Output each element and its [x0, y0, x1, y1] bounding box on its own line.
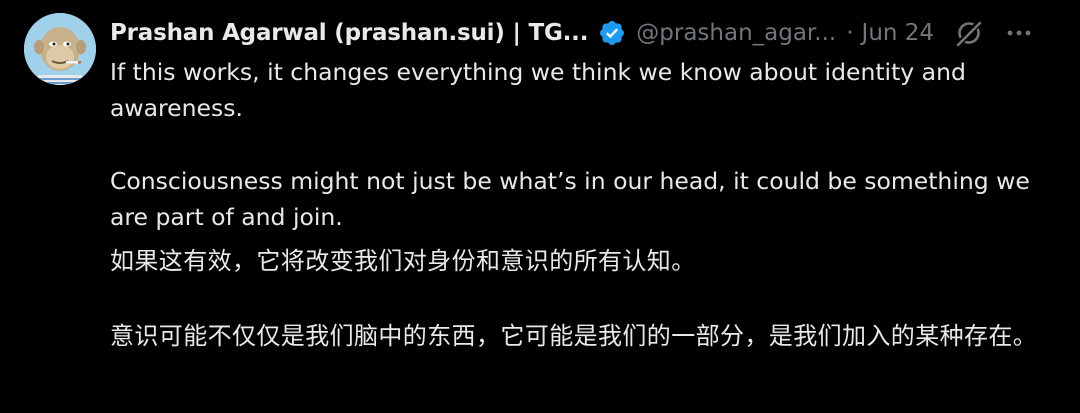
tweet-text-english-1: If this works, it changes everything we …: [110, 58, 966, 122]
tweet-header: Prashan Agarwal (prashan.sui) | TG... @p…: [110, 14, 1070, 52]
tweet[interactable]: Prashan Agarwal (prashan.sui) | TG... @p…: [0, 0, 1080, 413]
tweet-text-english-2: Consciousness might not just be what’s i…: [110, 167, 1030, 231]
author-handle[interactable]: @prashan_agar...: [636, 20, 836, 46]
tweet-text-chinese-1: 如果这有效，它将改变我们对身份和意识的所有认知。: [110, 247, 696, 275]
verified-badge-icon[interactable]: [598, 19, 626, 47]
grok-icon[interactable]: [954, 18, 984, 48]
author-display-name[interactable]: Prashan Agarwal (prashan.sui) | TG...: [110, 20, 588, 46]
more-options-icon[interactable]: [1004, 18, 1034, 48]
tweet-body: If this works, it changes everything we …: [110, 54, 1050, 355]
tweet-text-chinese-2: 意识可能不仅仅是我们脑中的东西，它可能是我们的一部分，是我们加入的某种存在。: [110, 322, 1038, 350]
separator-dot: ·: [846, 20, 854, 46]
tweet-date[interactable]: Jun 24: [862, 20, 935, 46]
avatar[interactable]: [24, 13, 96, 85]
